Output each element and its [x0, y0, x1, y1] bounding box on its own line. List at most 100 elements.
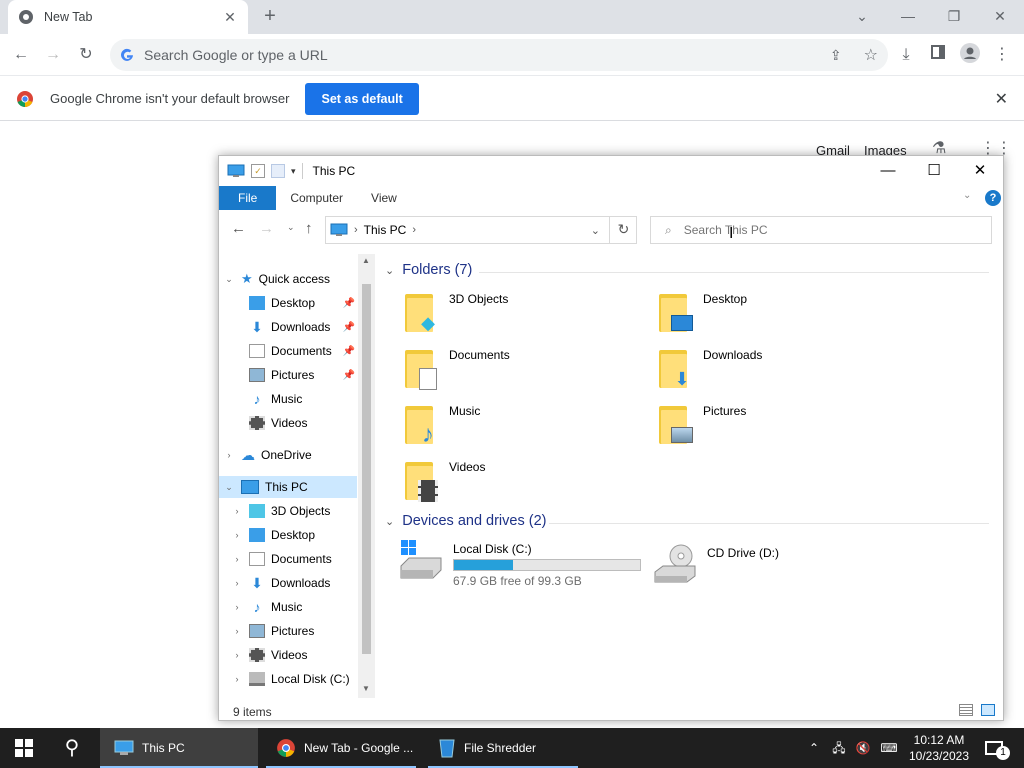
nav-pc-documents[interactable]: › Documents [219, 548, 357, 570]
minimize-button[interactable]: — [888, 4, 928, 28]
help-icon[interactable]: ? [985, 190, 1001, 206]
address-bar[interactable]: › This PC › ⌄ [325, 216, 637, 244]
ribbon-tab-computer[interactable]: Computer [276, 186, 357, 210]
share-icon[interactable]: ⇪ [830, 47, 842, 64]
qat-properties-icon[interactable]: ✓ [251, 164, 265, 178]
refresh-icon[interactable]: ↻ [609, 216, 637, 244]
nav-this-pc[interactable]: ⌄ This PC [219, 476, 357, 498]
download-icon[interactable]: ⤓ [894, 43, 918, 67]
search-box[interactable]: ⌕ [650, 216, 992, 244]
google-g-icon [121, 48, 133, 61]
search-taskbar-icon[interactable]: ⚲ [50, 728, 94, 768]
nav-scrollbar-thumb[interactable] [362, 284, 371, 654]
notification-center-icon[interactable]: 1 [980, 728, 1010, 768]
back-arrow-icon[interactable]: ← [9, 43, 33, 67]
nav-pc-videos[interactable]: › Videos [219, 644, 357, 666]
bookmark-star-icon[interactable]: ☆ [864, 45, 878, 65]
videos-icon [249, 416, 265, 430]
ribbon-tab-file[interactable]: File [219, 186, 277, 210]
nav-onedrive[interactable]: › ☁ OneDrive [219, 444, 357, 466]
explorer-minimize-button[interactable]: — [865, 156, 911, 186]
collapse-chevron-icon[interactable]: › [231, 602, 243, 612]
ribbon-tab-view[interactable]: View [357, 186, 411, 210]
profile-avatar-icon[interactable] [958, 43, 982, 67]
chrome-menu-icon[interactable]: ⋮ [990, 43, 1014, 67]
show-hidden-icons-icon[interactable]: ⌃ [804, 728, 824, 768]
collapse-chevron-icon[interactable]: › [231, 674, 243, 684]
keyboard-icon[interactable]: ⌨ [876, 728, 902, 768]
nav-quick-access[interactable]: ⌄ ★ Quick access [219, 268, 357, 290]
scroll-up-icon[interactable]: ▲ [362, 256, 370, 265]
folder-3d-objects[interactable]: ◆ 3D Objects [403, 290, 643, 342]
tab-close-button[interactable]: ✕ [222, 9, 238, 26]
scroll-down-icon[interactable]: ▼ [362, 684, 370, 693]
omnibox[interactable]: Search Google or type a URL ⇪ ☆ [110, 39, 888, 71]
close-window-button[interactable]: ✕ [980, 4, 1020, 28]
qat-dropdown-icon[interactable]: ▾ [291, 166, 296, 177]
explorer-forward-icon[interactable]: → [259, 220, 274, 237]
nav-quick-downloads[interactable]: ⬇ Downloads 📌 [219, 316, 357, 338]
new-tab-button[interactable]: + [258, 5, 282, 29]
ribbon-expand-chevron-icon[interactable]: ⌄ [963, 190, 971, 201]
drive-local-disk-c[interactable]: Local Disk (C:) 67.9 GB free of 99.3 GB [399, 540, 641, 588]
drive-cd-d[interactable]: CD Drive (D:) [653, 544, 779, 584]
nav-pc-desktop[interactable]: › Desktop [219, 524, 357, 546]
set-as-default-button[interactable]: Set as default [305, 82, 419, 115]
nav-quick-desktop[interactable]: Desktop 📌 [219, 292, 357, 314]
folder-desktop[interactable]: Desktop [657, 290, 897, 342]
nav-pc-music[interactable]: › ♪ Music [219, 596, 357, 618]
collapse-chevron-icon[interactable]: › [231, 626, 243, 636]
nav-pc-downloads[interactable]: › ⬇ Downloads [219, 572, 357, 594]
reload-icon[interactable]: ↻ [74, 43, 98, 67]
collapse-chevron-icon[interactable]: › [231, 530, 243, 540]
explorer-back-icon[interactable]: ← [231, 220, 246, 237]
folder-documents[interactable]: Documents [403, 346, 643, 398]
collapse-chevron-icon[interactable]: › [231, 554, 243, 564]
network-icon[interactable]: 🖧 [828, 728, 850, 768]
nav-quick-pictures[interactable]: Pictures 📌 [219, 364, 357, 386]
collapse-chevron-icon[interactable]: › [223, 450, 235, 460]
folder-name: Desktop [703, 292, 748, 306]
explorer-close-button[interactable]: ✕ [957, 156, 1003, 186]
nav-quick-videos[interactable]: Videos [219, 412, 357, 434]
large-icons-view-icon[interactable] [981, 704, 995, 716]
infobar-close-button[interactable]: ✕ [995, 89, 1008, 109]
address-dropdown-icon[interactable]: ⌄ [591, 224, 600, 237]
folders-group-header[interactable]: ⌄ Folders (7) [385, 262, 472, 278]
recent-locations-icon[interactable]: ⌄ [287, 222, 295, 233]
collapse-chevron-icon[interactable]: › [231, 506, 243, 516]
tab-search-button[interactable]: ⌄ [842, 4, 882, 28]
nav-pc-local-disk[interactable]: › Local Disk (C:) [219, 668, 357, 690]
nav-quick-music[interactable]: ♪ Music [219, 388, 357, 410]
taskbar-this-pc[interactable]: This PC [100, 728, 258, 768]
side-panel-icon[interactable] [926, 43, 950, 67]
chrome-toolbar: ← → ↻ Search Google or type a URL ⇪ ☆ ⤓ … [0, 34, 1024, 76]
volume-muted-icon[interactable]: 🔇 [852, 728, 874, 768]
search-input[interactable] [683, 223, 964, 237]
start-windows-icon[interactable] [0, 728, 48, 768]
taskbar-label: This PC [142, 741, 185, 755]
folder-downloads[interactable]: ⬇ Downloads [657, 346, 897, 398]
folder-videos[interactable]: Videos [403, 458, 643, 510]
collapse-chevron-icon[interactable]: › [231, 578, 243, 588]
tab-new-tab[interactable]: New Tab ✕ [8, 0, 248, 34]
collapse-chevron-icon[interactable]: › [231, 650, 243, 660]
nav-quick-documents[interactable]: Documents 📌 [219, 340, 357, 362]
breadcrumb-next-icon[interactable]: › [412, 224, 416, 236]
folder-music[interactable]: ♪ Music [403, 402, 643, 454]
taskbar-chrome[interactable]: New Tab - Google ... [262, 728, 420, 768]
system-clock[interactable]: 10:12 AM 10/23/2023 [902, 732, 976, 764]
expand-chevron-icon[interactable]: ⌄ [223, 482, 235, 493]
nav-pc-pictures[interactable]: › Pictures [219, 620, 357, 642]
expand-chevron-icon[interactable]: ⌄ [223, 274, 235, 285]
restore-button[interactable]: ❐ [934, 4, 974, 28]
folder-pictures[interactable]: Pictures [657, 402, 897, 454]
taskbar-file-shredder[interactable]: File Shredder [424, 728, 582, 768]
qat-new-folder-icon[interactable] [271, 164, 285, 178]
nav-pc-3d-objects[interactable]: › 3D Objects [219, 500, 357, 522]
drives-group-header[interactable]: ⌄ Devices and drives (2) [385, 513, 546, 529]
forward-arrow-icon[interactable]: → [41, 43, 65, 67]
details-view-icon[interactable] [959, 704, 973, 716]
up-arrow-icon[interactable]: ↑ [305, 220, 313, 237]
explorer-maximize-button[interactable]: ☐ [911, 156, 957, 186]
